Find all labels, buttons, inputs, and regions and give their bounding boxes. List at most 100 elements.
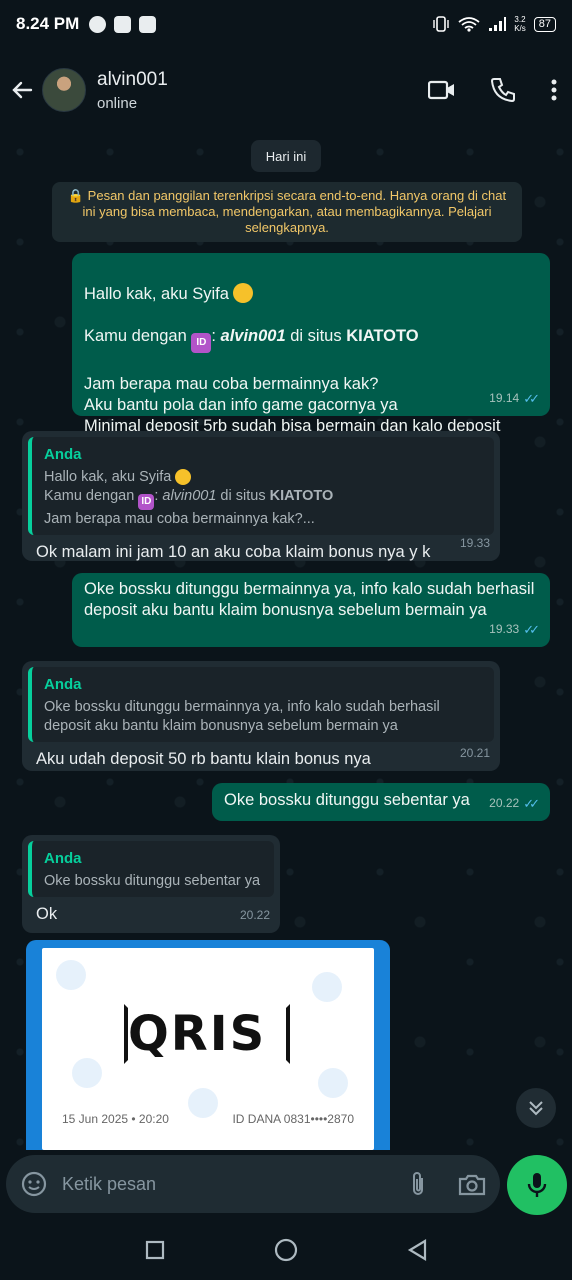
back-nav-icon[interactable]: [407, 1239, 427, 1261]
status-right: 3.2 K/s 87: [432, 15, 556, 33]
quote-line: Jam berapa mau coba bermainnya kak?...: [44, 511, 315, 527]
message-time: 19.33: [459, 536, 490, 550]
site-name: KIATOTO: [346, 327, 419, 345]
qris-id: ID DANA 0831••••2870: [232, 1112, 354, 1126]
read-ticks-icon: ✓✓: [523, 622, 540, 637]
message-text: Aku udah deposit 50 rb bantu klain bonus…: [36, 750, 371, 768]
quote-site: KIATOTO: [269, 488, 334, 504]
signal-icon: [489, 17, 507, 31]
battery-indicator: 87: [533, 16, 556, 32]
scroll-down-icon: [529, 1101, 543, 1116]
message-time: 19.14: [489, 391, 520, 405]
message-time: 20.22: [489, 796, 520, 810]
back-button[interactable]: [8, 76, 36, 104]
network-speed: 3.2 K/s: [514, 15, 526, 33]
video-call-icon[interactable]: [428, 78, 456, 102]
phone-icon[interactable]: [490, 77, 516, 103]
composer: Ketik pesan: [0, 1150, 572, 1220]
quote-username: alvin001: [162, 488, 217, 504]
notification-icon: [89, 15, 107, 33]
quoted-message[interactable]: Anda Hallo kak, aku Syifa Kamu dengan ID…: [28, 437, 494, 535]
message-text: Hallo kak, aku Syifa Kamu dengan ID: alv…: [84, 262, 538, 459]
avatar[interactable]: [42, 68, 86, 112]
app-notification-icon: [114, 15, 132, 33]
message-meta: 20.21: [460, 743, 490, 764]
voice-message-button[interactable]: [507, 1155, 567, 1215]
message-line: :: [211, 327, 221, 345]
recents-icon[interactable]: [145, 1240, 165, 1260]
mic-icon: [527, 1173, 547, 1197]
quote-text: Oke bossku ditunggu sebentar ya: [44, 873, 261, 889]
contact-name: alvin001: [97, 68, 168, 90]
read-ticks-icon: ✓✓: [523, 796, 540, 811]
message-incoming[interactable]: Anda Oke bossku ditunggu bermainnya ya, …: [22, 661, 500, 771]
image-message[interactable]: QRIS 15 Jun 2025 • 20:20 ID DANA 0831•••…: [26, 940, 390, 1150]
message-text: Ok malam ini jam 10 an aku coba klaim bo…: [36, 543, 431, 561]
message-line: Kamu dengan: [84, 327, 192, 345]
message-list[interactable]: Hari ini 🔒 Pesan dan panggilan terenkrip…: [0, 132, 572, 1150]
vibrate-icon: [433, 16, 449, 32]
message-meta: 20.22: [240, 905, 270, 926]
quote-line: Hallo kak, aku Syifa: [44, 468, 484, 487]
id-emoji-icon: ID: [138, 494, 155, 510]
smile-emoji-icon: [233, 283, 254, 303]
quote-author: Anda: [44, 446, 82, 463]
wifi-icon: [458, 17, 480, 32]
system-navbar: [0, 1220, 572, 1280]
message-input[interactable]: Ketik pesan: [6, 1155, 500, 1213]
message-incoming[interactable]: Anda Oke bossku ditunggu sebentar ya Ok …: [22, 835, 280, 933]
chat-header: alvin001 online: [0, 48, 572, 132]
input-placeholder: Ketik pesan: [62, 1173, 157, 1194]
date-chip: Hari ini: [251, 140, 321, 172]
status-left-icons: [89, 15, 157, 33]
contact-status: online: [97, 94, 138, 112]
qris-footer: 15 Jun 2025 • 20:20 ID DANA 0831••••2870: [62, 1112, 354, 1126]
quote-text: Oke bossku ditunggu bermainnya ya, info …: [44, 699, 440, 734]
qris-logo: QRIS: [128, 1006, 267, 1062]
quote-line: Kamu dengan ID: alvin001 di situs KIATOT…: [44, 487, 484, 510]
message-meta: 19.33 ✓✓: [489, 619, 540, 640]
message-time: 20.21: [459, 746, 490, 760]
message-outgoing[interactable]: Oke bossku ditunggu sebentar ya 20.22 ✓✓: [212, 783, 550, 821]
read-ticks-icon: ✓✓: [523, 391, 540, 406]
gamepad-icon: [139, 15, 157, 33]
dana-watermark-icon: [56, 960, 86, 990]
quote-text: di situs: [216, 488, 270, 504]
dana-watermark-icon: [318, 1068, 348, 1098]
quote-text: Kamu dengan: [44, 488, 139, 504]
message-meta: 20.22 ✓✓: [489, 793, 540, 814]
message-time: 20.22: [239, 908, 270, 922]
camera-icon[interactable]: [458, 1172, 486, 1196]
message-meta: 19.33: [460, 533, 490, 554]
message-text: Ok: [36, 905, 58, 923]
message-meta: 19.14 ✓✓: [489, 388, 540, 409]
dana-watermark-icon: [72, 1058, 102, 1088]
quoted-message[interactable]: Anda Oke bossku ditunggu sebentar ya: [28, 841, 274, 897]
message-incoming[interactable]: Anda Hallo kak, aku Syifa Kamu dengan ID…: [22, 431, 500, 561]
contact-info[interactable]: alvin001 online: [97, 69, 168, 112]
encryption-notice[interactable]: 🔒 Pesan dan panggilan terenkripsi secara…: [52, 182, 522, 242]
header-actions: [428, 77, 558, 103]
qris-image: QRIS 15 Jun 2025 • 20:20 ID DANA 0831•••…: [42, 948, 374, 1150]
message-time: 19.33: [489, 622, 520, 636]
more-icon[interactable]: [550, 78, 558, 102]
message-outgoing[interactable]: Hallo kak, aku Syifa Kamu dengan ID: alv…: [72, 253, 550, 457]
back-arrow-icon: [12, 81, 33, 99]
qris-date: 15 Jun 2025 • 20:20: [62, 1112, 169, 1126]
home-icon[interactable]: [274, 1238, 298, 1262]
message-line: Hallo kak, aku Syifa: [84, 285, 234, 303]
quoted-message[interactable]: Anda Oke bossku ditunggu bermainnya ya, …: [28, 667, 494, 742]
message-outgoing[interactable]: Oke bossku ditunggu bermainnya ya, info …: [72, 573, 550, 647]
sticker-icon[interactable]: [20, 1170, 48, 1198]
status-time: 8.24 PM: [16, 14, 80, 33]
attach-icon[interactable]: [406, 1170, 430, 1198]
status-bar: 8.24 PM 3.2 K/s 87: [0, 0, 572, 48]
id-emoji-icon: ID: [191, 333, 212, 353]
message-line: di situs: [285, 327, 347, 345]
message-text: Oke bossku ditunggu bermainnya ya, info …: [84, 580, 535, 619]
dana-watermark-icon: [312, 972, 342, 1002]
quote-author: Anda: [44, 850, 82, 867]
scroll-down-button[interactable]: [516, 1088, 556, 1128]
quote-author: Anda: [44, 676, 82, 693]
quote-text: Hallo kak, aku Syifa: [44, 469, 176, 485]
